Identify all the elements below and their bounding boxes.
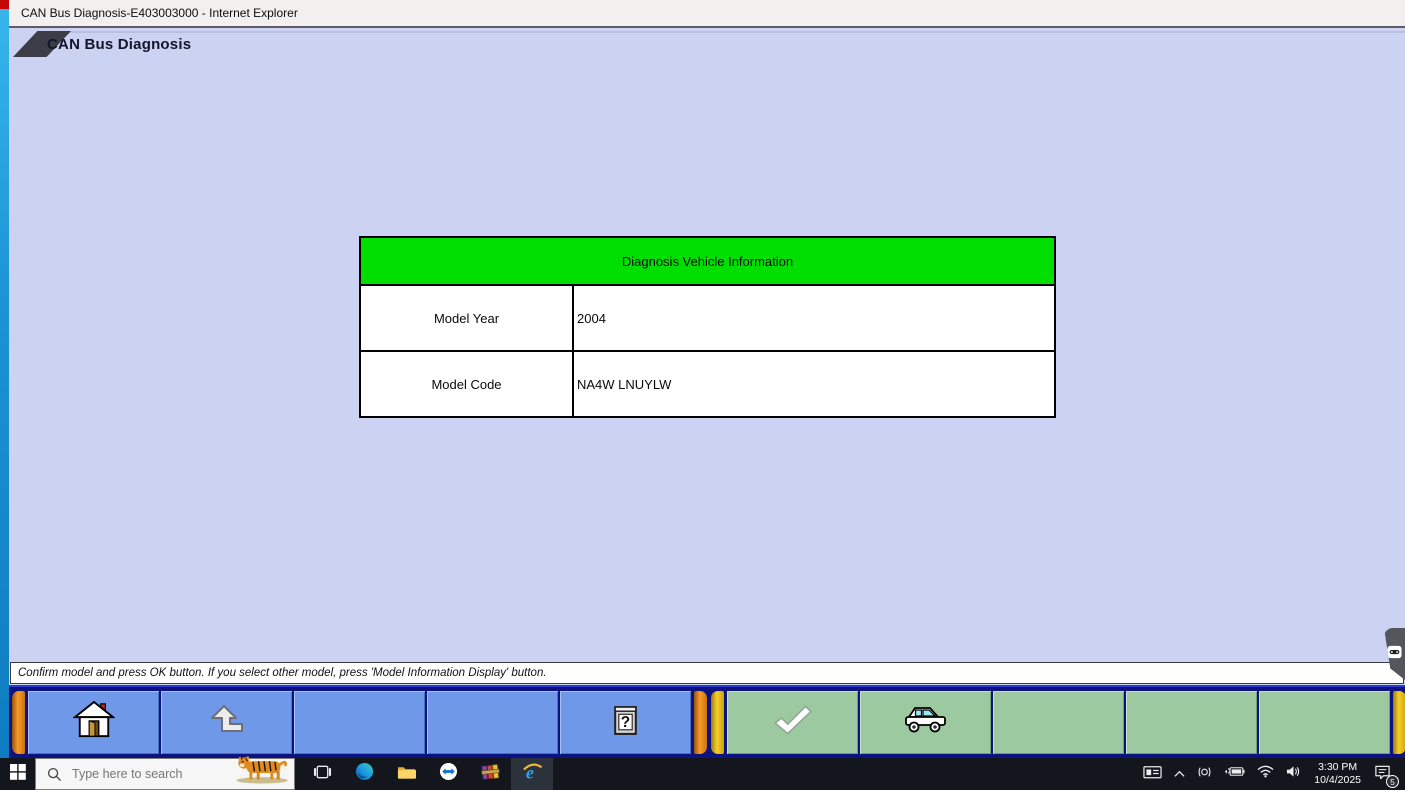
window-corner-marker: [0, 0, 9, 9]
status-bar: Confirm model and press OK button. If yo…: [10, 662, 1404, 684]
status-message: Confirm model and press OK button. If yo…: [18, 667, 547, 679]
checkmark-icon: [771, 704, 815, 741]
start-button[interactable]: [0, 758, 35, 790]
taskbar-app-icons: e: [301, 758, 553, 790]
clock-date: 10/4/2025: [1314, 774, 1361, 787]
home-icon: [73, 701, 115, 744]
toolbar-blank-button-5[interactable]: [1259, 691, 1392, 754]
volume-status-button[interactable]: [1280, 758, 1307, 790]
toolbar-blank-button-3[interactable]: [993, 691, 1126, 754]
teamviewer-icon: [1387, 645, 1402, 664]
internet-explorer-button[interactable]: e: [511, 758, 553, 790]
toolbar-blank-button-4[interactable]: [1126, 691, 1259, 754]
teamviewer-taskbar-button[interactable]: [427, 758, 469, 790]
action-center-button[interactable]: 5: [1368, 758, 1401, 790]
file-explorer-button[interactable]: [385, 758, 427, 790]
help-button[interactable]: ?: [560, 691, 693, 754]
vehicle-info-table: Diagnosis Vehicle Information Model Year…: [359, 236, 1056, 418]
task-view-button[interactable]: [301, 758, 343, 790]
search-icon: [47, 767, 62, 782]
table-header-row: Diagnosis Vehicle Information: [360, 237, 1055, 285]
table-row: Model Code NA4W LNUYLW: [360, 351, 1055, 417]
model-year-value: 2004: [573, 285, 1055, 351]
battery-charging-icon: [1224, 765, 1245, 783]
titlebar: CAN Bus Diagnosis-E403003000 - Internet …: [9, 0, 1405, 28]
battery-status-button[interactable]: [1218, 758, 1251, 790]
touch-keyboard-icon: [1143, 764, 1162, 785]
page-title: CAN Bus Diagnosis: [47, 36, 191, 53]
ok-button[interactable]: [727, 691, 860, 754]
table-header-cell: Diagnosis Vehicle Information: [360, 237, 1055, 285]
taskbar: e: [0, 758, 1405, 790]
speaker-icon: [1286, 765, 1301, 783]
group-accent-bar: [1393, 691, 1405, 754]
winrar-icon: [481, 763, 500, 786]
toolbar-blank-button-1[interactable]: [294, 691, 427, 754]
group-accent-bar: [711, 691, 724, 754]
back-arrow-icon: [207, 703, 247, 742]
touch-keyboard-button[interactable]: [1137, 758, 1168, 790]
model-year-label: Model Year: [360, 285, 573, 351]
model-code-label: Model Code: [360, 351, 573, 417]
model-information-display-button[interactable]: [860, 691, 993, 754]
system-tray: 3:30 PM 10/4/2025 5: [1137, 758, 1405, 790]
navigation-button-group: ?: [12, 691, 707, 754]
internet-explorer-icon: e: [522, 762, 543, 787]
search-input[interactable]: [70, 766, 224, 782]
bottom-toolbar: ?: [9, 685, 1405, 758]
tray-overflow-button[interactable]: [1168, 758, 1191, 790]
edge-taskbar-button[interactable]: [343, 758, 385, 790]
back-button[interactable]: [161, 691, 294, 754]
home-button[interactable]: [28, 691, 161, 754]
main-content: CAN Bus Diagnosis Diagnosis Vehicle Info…: [9, 30, 1405, 758]
cast-status-button[interactable]: [1191, 758, 1218, 790]
notification-count-badge: 5: [1386, 775, 1399, 788]
action-button-group: [711, 691, 1405, 754]
teamviewer-circle-icon: [439, 762, 458, 786]
group-accent-bar: [694, 691, 707, 754]
window-title: CAN Bus Diagnosis-E403003000 - Internet …: [21, 6, 298, 20]
window-left-edge-strip: [0, 0, 9, 758]
task-view-icon: [313, 764, 332, 785]
wifi-status-button[interactable]: [1251, 758, 1280, 790]
tiger-image: [234, 753, 294, 789]
toolbar-blank-button-2[interactable]: [427, 691, 560, 754]
clock-time: 3:30 PM: [1314, 761, 1361, 774]
folder-icon: [397, 764, 416, 785]
chevron-up-icon: [1174, 765, 1185, 783]
winrar-button[interactable]: [469, 758, 511, 790]
cast-icon: [1197, 765, 1212, 784]
group-accent-bar: [12, 691, 25, 754]
header-top-line: [49, 31, 1405, 33]
taskbar-search[interactable]: [35, 758, 295, 790]
windows-logo-icon: [10, 764, 26, 785]
help-icon: ?: [612, 704, 639, 742]
wifi-icon: [1257, 765, 1274, 783]
svg-text:?: ?: [621, 714, 630, 731]
model-code-value: NA4W LNUYLW: [573, 351, 1055, 417]
table-row: Model Year 2004: [360, 285, 1055, 351]
car-icon: [903, 705, 949, 740]
clock[interactable]: 3:30 PM 10/4/2025: [1307, 761, 1368, 787]
edge-icon: [355, 762, 374, 786]
